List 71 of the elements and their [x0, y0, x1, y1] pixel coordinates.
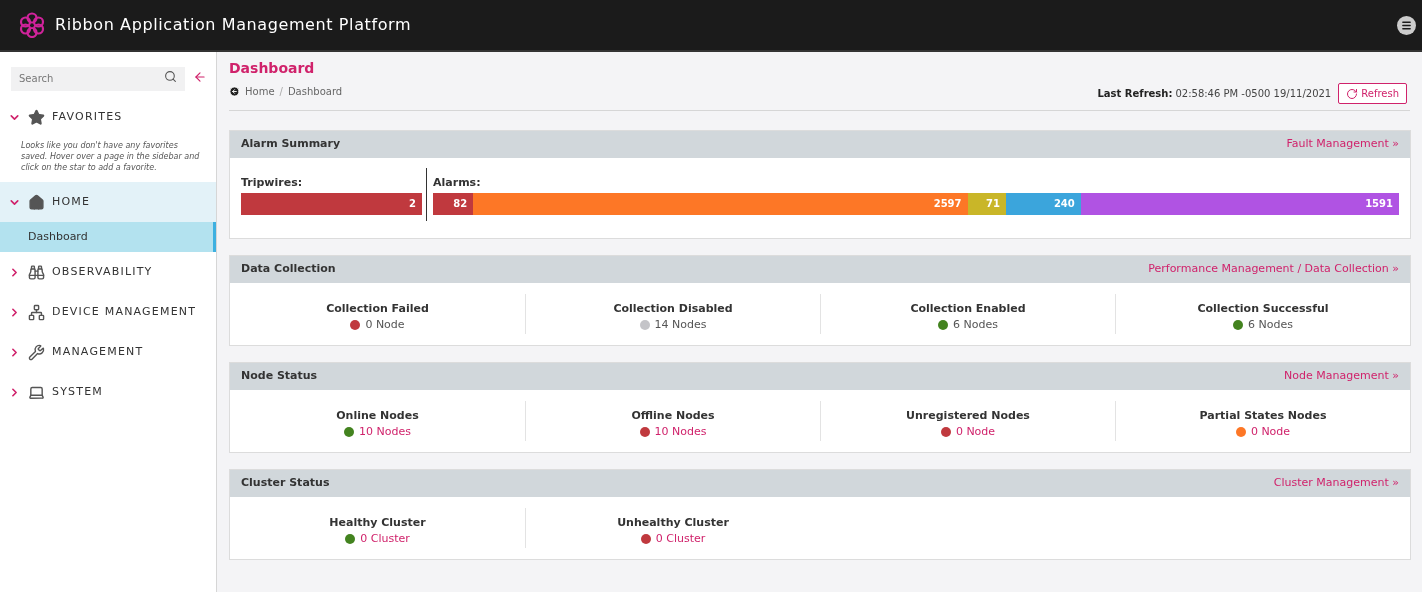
network-icon	[28, 303, 45, 321]
collapse-arrow-icon[interactable]	[193, 70, 207, 84]
refresh-button[interactable]: Refresh	[1338, 83, 1407, 104]
search-field[interactable]: Search	[11, 66, 185, 91]
sidebar-item[interactable]: Dashboard	[0, 222, 216, 252]
app-title: Ribbon Application Management Platform	[55, 14, 413, 36]
stat-label: Collection Successful	[1197, 300, 1329, 317]
stat-label: Collection Failed	[326, 300, 429, 317]
stat-label: Online Nodes	[336, 407, 419, 424]
sidebar-section[interactable]: SYSTEM	[0, 372, 216, 412]
section-label: MANAGEMENT	[52, 343, 144, 360]
count-link[interactable]: 0 Cluster	[360, 531, 410, 548]
panel-title: Cluster Status	[241, 474, 330, 491]
count-text: 0 Node	[365, 317, 405, 333]
count-text: 6 Nodes	[953, 317, 998, 333]
bar-segment: 240	[1005, 192, 1081, 215]
section-label: SYSTEM	[52, 383, 104, 400]
section-label: HOME	[52, 193, 91, 210]
count-text: 14 Nodes	[654, 317, 707, 333]
page-title: Dashboard	[229, 59, 316, 78]
bar-segment: 1591	[1080, 192, 1399, 215]
panel-title: Data Collection	[241, 260, 336, 277]
logo-icon	[19, 12, 45, 38]
count-link[interactable]: 0 Node	[955, 424, 996, 441]
last-refresh-label: Last Refresh:	[1097, 87, 1173, 101]
stat-label: Partial States Nodes	[1199, 407, 1327, 424]
bar-segment: 2	[241, 192, 422, 215]
sidebar-section[interactable]: OBSERVABILITY	[0, 252, 216, 292]
panel-title: Node Status	[241, 367, 318, 384]
section-label: DEVICE MANAGEMENT	[52, 303, 197, 320]
bar-segment: 71	[967, 192, 1006, 215]
sidebar-section[interactable]: HOME	[0, 182, 216, 222]
binoculars-icon	[28, 263, 45, 281]
sidebar-section[interactable]: FAVORITES	[0, 97, 216, 137]
section-label: FAVORITES	[52, 108, 123, 125]
breadcrumb-link[interactable]: Home	[245, 84, 275, 99]
stat-label: Collection Disabled	[613, 300, 733, 317]
panel-title: Alarm Summary	[241, 136, 341, 153]
refresh-icon	[1346, 87, 1359, 100]
panel-link[interactable]: Node Management »	[1284, 367, 1399, 385]
stat-label: Offline Nodes	[631, 407, 715, 424]
stat-label: Unregistered Nodes	[906, 407, 1030, 424]
sidebar-section[interactable]: DEVICE MANAGEMENT	[0, 292, 216, 332]
count-link[interactable]: 0 Cluster	[655, 531, 706, 548]
alarms-label: Alarms:	[433, 175, 482, 191]
last-refresh-time: 02:58:46 PM -0500 19/11/2021	[1175, 87, 1332, 101]
breadcrumb-separator: /	[279, 85, 283, 99]
menu-button[interactable]	[1397, 15, 1416, 35]
bar-segment: 82	[433, 192, 474, 215]
stat-label: Unhealthy Cluster	[617, 514, 729, 531]
panel-link[interactable]: Fault Management »	[1286, 136, 1399, 153]
search-icon[interactable]	[164, 70, 177, 83]
bar-segment: 2597	[473, 192, 968, 215]
tools-icon	[28, 343, 45, 361]
favorites-hint: Looks like you don't have any favorites saved. Hover over a page in the sidebar and click on the star to add a favorite.	[20, 140, 201, 174]
sidebar-section[interactable]: MANAGEMENT	[0, 332, 216, 372]
panel-link[interactable]: Cluster Management »	[1273, 474, 1399, 492]
tripwires-label: Tripwires:	[241, 175, 304, 191]
section-label: OBSERVABILITY	[52, 263, 153, 280]
count-link[interactable]: 10 Nodes	[654, 424, 707, 441]
count-link[interactable]: 0 Node	[1250, 424, 1291, 441]
house-icon	[28, 193, 45, 211]
count-text: 6 Nodes	[1248, 317, 1293, 333]
breadcrumb-link[interactable]: Dashboard	[287, 84, 343, 99]
stat-label: Healthy Cluster	[329, 514, 426, 531]
star-icon	[28, 108, 45, 126]
back-icon[interactable]	[229, 86, 240, 97]
stat-label: Collection Enabled	[910, 300, 1026, 317]
panel-link[interactable]: Performance Management / Data Collection »	[1148, 260, 1399, 278]
menu-icon	[1401, 19, 1412, 31]
count-link[interactable]: 10 Nodes	[359, 424, 411, 441]
